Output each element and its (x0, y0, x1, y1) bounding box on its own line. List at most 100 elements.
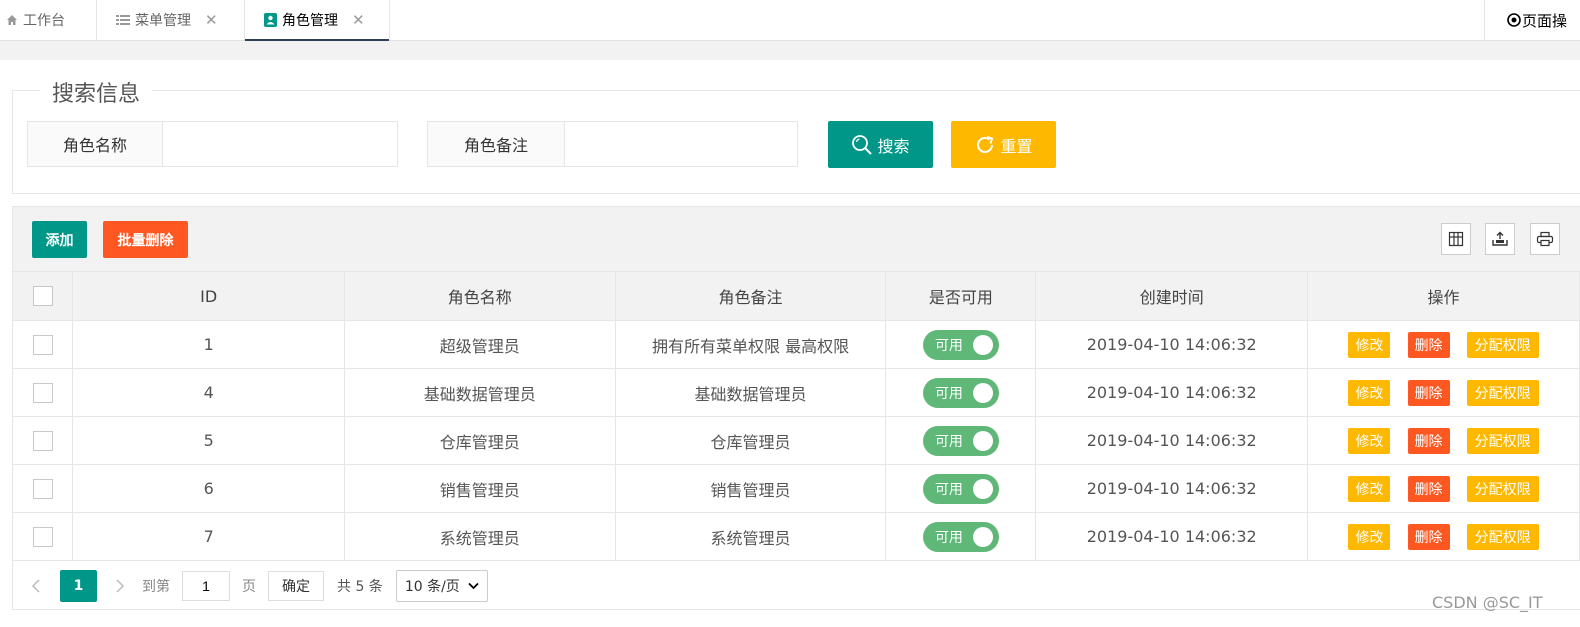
cell-actions: 修改 删除 分配权限 (1307, 320, 1580, 369)
row-checkbox[interactable] (32, 334, 53, 355)
page-operation-label: 页面操 (1522, 11, 1568, 30)
column-header-available[interactable]: 是否可用 (885, 272, 1037, 321)
role-name-label: 角色名称 (28, 122, 163, 166)
columns-filter-icon[interactable] (1441, 223, 1471, 255)
cell-id: 5 (72, 416, 345, 465)
table-row: 5 仓库管理员 仓库管理员 可用 2019-04-10 14:06:32 修改 … (13, 416, 1580, 465)
page-unit-label: 页 (242, 579, 256, 595)
table-row: 7 系统管理员 系统管理员 可用 2019-04-10 14:06:32 修改 … (13, 512, 1580, 561)
table-row: 6 销售管理员 销售管理员 可用 2019-04-10 14:06:32 修改 … (13, 464, 1580, 513)
page-size-value: 10 条/页 (404, 579, 460, 595)
row-checkbox[interactable] (32, 478, 53, 499)
row-checkbox[interactable] (32, 526, 53, 547)
tab-label: 菜单管理 (135, 13, 191, 29)
delete-button[interactable]: 删除 (1407, 523, 1450, 550)
edit-button[interactable]: 修改 (1348, 331, 1391, 358)
column-header-role-remark[interactable]: 角色备注 (615, 272, 887, 321)
watermark: CSDN @SC_IT (1432, 593, 1543, 612)
search-button[interactable]: 搜索 (828, 121, 933, 168)
goto-confirm-button[interactable]: 确定 (268, 571, 324, 601)
assign-permission-button[interactable]: 分配权限 (1466, 379, 1539, 406)
assign-permission-button[interactable]: 分配权限 (1466, 331, 1539, 358)
cell-role-name: 仓库管理员 (344, 416, 616, 465)
cell-role-name: 销售管理员 (344, 464, 616, 513)
chevron-down-icon (468, 582, 479, 590)
switch-label: 可用 (934, 529, 963, 546)
goto-label: 到第 (142, 579, 170, 595)
row-checkbox[interactable] (32, 382, 53, 403)
tab-workbench[interactable]: 工作台 (0, 0, 97, 40)
page-size-select[interactable]: 10 条/页 (395, 570, 488, 602)
reset-button-label: 重置 (1000, 136, 1033, 156)
cell-id: 4 (72, 368, 345, 417)
cell-role-remark: 销售管理员 (615, 464, 887, 513)
select-all-checkbox[interactable] (32, 286, 53, 307)
add-button[interactable]: 添加 (32, 221, 87, 258)
switch-label: 可用 (934, 337, 963, 354)
switch-label: 可用 (934, 481, 963, 498)
cell-role-remark: 基础数据管理员 (615, 368, 887, 417)
column-header-role-name[interactable]: 角色名称 (344, 272, 616, 321)
role-remark-label: 角色备注 (428, 122, 565, 166)
tab-label: 角色管理 (282, 13, 338, 29)
column-header-actions: 操作 (1307, 272, 1580, 321)
role-table-panel: 添加 批量删除 ID 角色名称 角色备注 是否可用 创建时间 操作 1 超级管理… (12, 206, 1580, 610)
cell-role-remark: 仓库管理员 (615, 416, 887, 465)
column-header-id[interactable]: ID (72, 272, 345, 321)
close-icon[interactable]: ✕ (352, 11, 365, 29)
edit-button[interactable]: 修改 (1348, 427, 1391, 454)
reset-button[interactable]: 重置 (951, 121, 1056, 168)
delete-button[interactable]: 删除 (1407, 379, 1450, 406)
cell-role-name: 系统管理员 (344, 512, 616, 561)
cell-created-time: 2019-04-10 14:06:32 (1035, 416, 1309, 465)
role-remark-field: 角色备注 (427, 121, 798, 167)
delete-button[interactable]: 删除 (1407, 331, 1450, 358)
available-switch[interactable]: 可用 (922, 329, 999, 360)
available-switch[interactable]: 可用 (922, 473, 999, 504)
prev-page-icon[interactable] (31, 578, 45, 594)
tab-label: 工作台 (23, 13, 65, 29)
table-header-row: ID 角色名称 角色备注 是否可用 创建时间 操作 (13, 272, 1580, 321)
role-name-input[interactable] (163, 122, 397, 166)
edit-button[interactable]: 修改 (1348, 523, 1391, 550)
assign-permission-button[interactable]: 分配权限 (1466, 427, 1539, 454)
print-icon[interactable] (1530, 223, 1560, 255)
available-switch[interactable]: 可用 (922, 425, 999, 456)
tab-role-management[interactable]: 角色管理 ✕ (245, 0, 390, 41)
total-count: 共 5 条 (337, 579, 383, 595)
current-page[interactable]: 1 (60, 570, 97, 602)
role-name-field: 角色名称 (27, 121, 398, 167)
home-icon (6, 14, 18, 26)
role-remark-input[interactable] (565, 122, 797, 166)
cell-role-name: 基础数据管理员 (344, 368, 616, 417)
tab-menu-management[interactable]: 菜单管理 ✕ (97, 0, 245, 40)
assign-permission-button[interactable]: 分配权限 (1466, 475, 1539, 502)
search-icon (852, 134, 873, 155)
assign-permission-button[interactable]: 分配权限 (1466, 523, 1539, 550)
batch-delete-button[interactable]: 批量删除 (103, 221, 188, 258)
edit-button[interactable]: 修改 (1348, 475, 1391, 502)
next-page-icon[interactable] (115, 578, 129, 594)
edit-button[interactable]: 修改 (1348, 379, 1391, 406)
target-icon (1507, 13, 1521, 27)
cell-id: 1 (72, 320, 345, 369)
cell-actions: 修改 删除 分配权限 (1307, 512, 1580, 561)
list-icon (116, 14, 130, 26)
table-row: 4 基础数据管理员 基础数据管理员 可用 2019-04-10 14:06:32… (13, 368, 1580, 417)
goto-page-input[interactable] (182, 571, 230, 601)
cell-role-remark: 拥有所有菜单权限 最高权限 (615, 320, 887, 369)
refresh-icon (977, 135, 994, 153)
page-operation-menu[interactable]: 页面操 (1484, 0, 1580, 40)
delete-button[interactable]: 删除 (1407, 427, 1450, 454)
available-switch[interactable]: 可用 (922, 377, 999, 408)
column-header-created-time[interactable]: 创建时间 (1035, 272, 1309, 321)
tab-bar: 工作台 菜单管理 ✕ 角色管理 ✕ 页面操 (0, 0, 1580, 41)
cell-actions: 修改 删除 分配权限 (1307, 416, 1580, 465)
export-icon[interactable] (1485, 223, 1515, 255)
row-checkbox[interactable] (32, 430, 53, 451)
close-icon[interactable]: ✕ (205, 11, 218, 29)
delete-button[interactable]: 删除 (1407, 475, 1450, 502)
available-switch[interactable]: 可用 (922, 521, 999, 552)
user-card-icon (264, 13, 277, 27)
switch-label: 可用 (934, 385, 963, 402)
